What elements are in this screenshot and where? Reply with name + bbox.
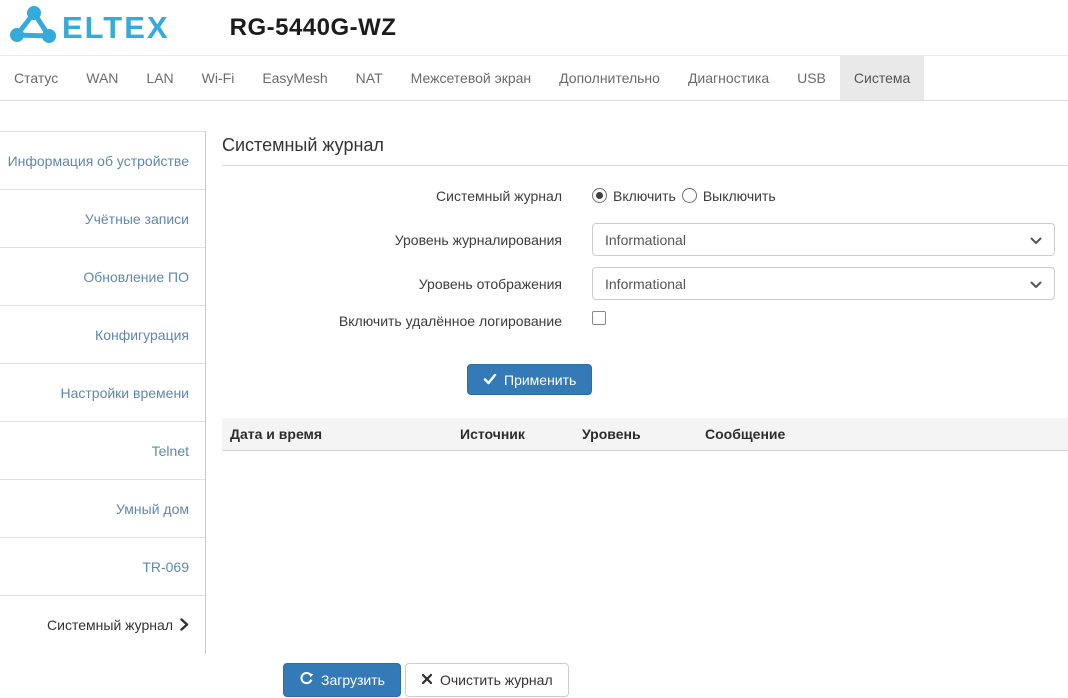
sidebar: Информация об устройстве Учётные записи … bbox=[0, 131, 206, 654]
sidebar-item-tr069[interactable]: TR-069 bbox=[0, 537, 205, 595]
eltex-logo-icon bbox=[8, 4, 56, 51]
logging-level-select[interactable]: Informational bbox=[592, 223, 1055, 256]
device-model-title: RG-5440G-WZ bbox=[229, 13, 397, 41]
log-table: Дата и время Источник Уровень Сообщение bbox=[222, 418, 1068, 663]
footer-actions: Загрузить Очистить журнал bbox=[283, 663, 1068, 697]
chevron-right-icon bbox=[180, 618, 189, 631]
tab-usb[interactable]: USB bbox=[783, 56, 840, 100]
log-table-body bbox=[222, 451, 1068, 663]
tab-system[interactable]: Система bbox=[839, 56, 925, 100]
logging-level-label: Уровень журналирования bbox=[394, 231, 562, 248]
sidebar-item-label: Системный журнал bbox=[47, 616, 173, 633]
load-button[interactable]: Загрузить bbox=[283, 663, 401, 697]
sidebar-item-accounts[interactable]: Учётные записи bbox=[0, 189, 205, 247]
eltex-logo: ELTEX bbox=[8, 4, 170, 51]
syslog-disable-radio[interactable]: Выключить bbox=[681, 187, 776, 204]
log-table-header: Дата и время Источник Уровень Сообщение bbox=[222, 418, 1068, 451]
check-icon bbox=[483, 372, 497, 388]
display-level-select[interactable]: Informational bbox=[592, 267, 1055, 300]
sidebar-item-system-log[interactable]: Системный журнал bbox=[0, 595, 205, 653]
remote-logging-label: Включить удалённое логирование bbox=[338, 313, 562, 329]
syslog-label: Системный журнал bbox=[436, 187, 562, 204]
column-header-message: Сообщение bbox=[705, 426, 786, 442]
tab-nat[interactable]: NAT bbox=[342, 56, 397, 100]
tab-firewall[interactable]: Межсетевой экран bbox=[397, 56, 546, 100]
column-header-datetime: Дата и время bbox=[230, 426, 323, 442]
radio-enable-label: Включить bbox=[613, 187, 676, 204]
sidebar-item-configuration[interactable]: Конфигурация bbox=[0, 305, 205, 363]
tab-status[interactable]: Статус bbox=[0, 56, 72, 100]
sidebar-item-telnet[interactable]: Telnet bbox=[0, 421, 205, 479]
main-content: Системный журнал Системный журнал Включи… bbox=[206, 101, 1068, 698]
remote-logging-checkbox[interactable] bbox=[592, 311, 606, 325]
column-header-source: Источник bbox=[460, 426, 525, 442]
tab-lan[interactable]: LAN bbox=[132, 56, 187, 100]
radio-checked-icon bbox=[592, 188, 607, 203]
radio-disable-label: Выключить bbox=[702, 187, 776, 204]
sidebar-item-smart-home[interactable]: Умный дом bbox=[0, 479, 205, 537]
sidebar-item-firmware-update[interactable]: Обновление ПО bbox=[0, 247, 205, 305]
load-button-label: Загрузить bbox=[321, 672, 385, 688]
tab-wan[interactable]: WAN bbox=[72, 56, 132, 100]
tab-wifi[interactable]: Wi-Fi bbox=[188, 56, 249, 100]
syslog-form: Системный журнал Включить Выключить Уров… bbox=[222, 179, 1068, 395]
column-header-level: Уровень bbox=[582, 426, 641, 442]
page-title: Системный журнал bbox=[222, 135, 1068, 166]
tab-diagnostics[interactable]: Диагностика bbox=[674, 56, 783, 100]
clear-log-button-label: Очистить журнал bbox=[439, 672, 553, 688]
chevron-down-icon bbox=[1030, 276, 1042, 292]
close-icon bbox=[421, 672, 433, 688]
sidebar-item-time-settings[interactable]: Настройки времени bbox=[0, 363, 205, 421]
logging-level-value: Informational bbox=[605, 231, 686, 248]
syslog-enable-radio[interactable]: Включить bbox=[592, 188, 676, 204]
refresh-icon bbox=[299, 671, 314, 689]
chevron-down-icon bbox=[1030, 232, 1042, 248]
clear-log-button[interactable]: Очистить журнал bbox=[404, 663, 569, 697]
tab-advanced[interactable]: Дополнительно bbox=[545, 56, 674, 100]
app-header: ELTEX RG-5440G-WZ bbox=[0, 0, 1068, 55]
apply-button-label: Применить bbox=[504, 371, 577, 388]
top-navigation: Статус WAN LAN Wi-Fi EasyMesh NAT Межсет… bbox=[0, 55, 1068, 101]
apply-button[interactable]: Применить bbox=[467, 364, 593, 395]
tab-easymesh[interactable]: EasyMesh bbox=[248, 56, 341, 100]
eltex-logo-text: ELTEX bbox=[62, 10, 170, 45]
display-level-value: Informational bbox=[605, 275, 686, 292]
display-level-label: Уровень отображения bbox=[418, 275, 562, 292]
sidebar-item-device-info[interactable]: Информация об устройстве bbox=[0, 131, 205, 189]
radio-unchecked-icon bbox=[681, 188, 697, 203]
